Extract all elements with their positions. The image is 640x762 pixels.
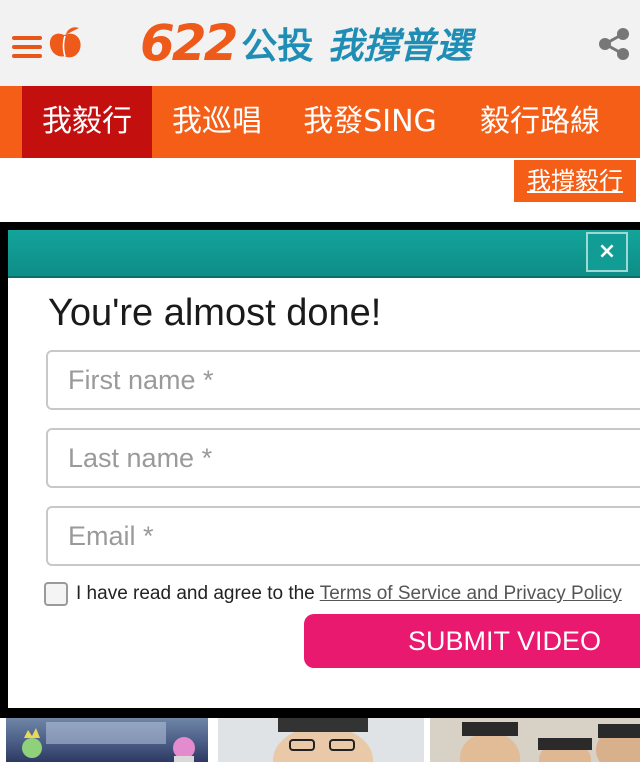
first-name-field	[46, 350, 640, 410]
terms-checkbox[interactable]	[44, 582, 68, 606]
email-field	[46, 506, 640, 566]
logo-number: 622	[140, 14, 238, 72]
modal-title: You're almost done!	[48, 292, 382, 334]
close-button[interactable]: ×	[586, 232, 628, 272]
site-header: 622 公投 我撐普選	[0, 0, 640, 86]
video-thumbnail-3[interactable]	[430, 718, 640, 762]
video-thumbnail-2-image	[273, 718, 373, 762]
site-logo[interactable]: 622 公投 我撐普選	[140, 10, 471, 76]
terms-agreement-row: I have read and agree to the Terms of Se…	[44, 580, 622, 608]
menu-icon[interactable]	[12, 36, 42, 58]
video-thumbnail-2[interactable]	[218, 718, 424, 762]
terms-agree-text: I have read and agree to the	[76, 583, 315, 604]
nav-item-route[interactable]: 毅行路線	[470, 86, 610, 158]
nav-item-walk[interactable]: 我毅行	[22, 86, 152, 158]
video-thumbnail-3-image	[460, 722, 640, 762]
email-input[interactable]	[48, 508, 640, 564]
video-thumbnail-1-image	[22, 722, 195, 762]
nav-item-sing[interactable]: 我發SING	[290, 86, 450, 158]
first-name-input[interactable]	[48, 352, 640, 408]
last-name-field	[46, 428, 640, 488]
share-icon[interactable]	[596, 26, 632, 62]
support-walk-button[interactable]: 我撐毅行	[514, 160, 636, 202]
signup-modal: × You're almost done! I have read and ag…	[8, 230, 640, 708]
last-name-input[interactable]	[48, 430, 640, 486]
video-thumbnail-1[interactable]	[6, 718, 208, 762]
submit-video-button[interactable]: SUBMIT VIDEO	[304, 614, 640, 668]
peach-icon	[49, 27, 81, 58]
logo-text-suffrage: 我撐普選	[327, 26, 472, 67]
logo-text-vote: 公投	[241, 26, 314, 67]
nav-item-tour[interactable]: 我巡唱	[152, 86, 282, 158]
close-icon: ×	[597, 239, 617, 264]
main-nav: 我毅行 我巡唱 我發SING 毅行路線	[0, 86, 640, 158]
modal-header-bar: ×	[8, 230, 640, 278]
terms-link[interactable]: Terms of Service and Privacy Policy	[320, 583, 622, 605]
